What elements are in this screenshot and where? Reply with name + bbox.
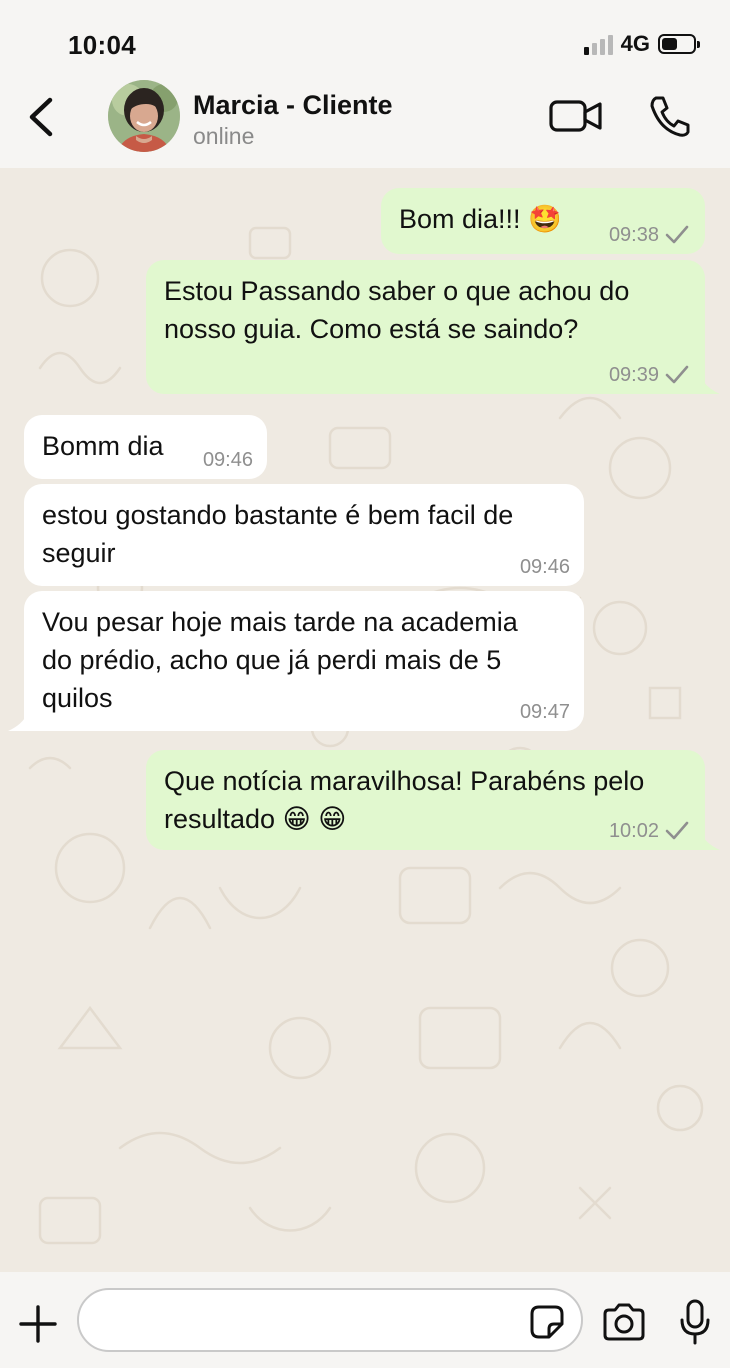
camera-button[interactable] <box>601 1302 647 1342</box>
message-time: 10:02 <box>608 820 659 842</box>
message-time: 09:46 <box>202 449 253 471</box>
check-icon <box>665 821 689 840</box>
video-call-button[interactable] <box>548 96 604 136</box>
chat-header: Marcia - Cliente online <box>0 78 730 168</box>
message-meta: 09:38 <box>609 224 689 246</box>
message-bubble-incoming[interactable]: Bomm dia 09:46 <box>24 415 267 479</box>
chat-area[interactable]: Bom dia!!! 🤩 09:38 Estou Passando saber … <box>0 168 730 1272</box>
status-indicators: 4G <box>583 31 700 57</box>
message-text-field[interactable] <box>99 1300 523 1342</box>
battery-icon <box>658 34 700 54</box>
message-time: 09:39 <box>608 364 659 386</box>
check-icon <box>665 225 689 244</box>
bubble-tail <box>8 713 28 731</box>
message-bubble-outgoing[interactable]: Bom dia!!! 🤩 09:38 <box>381 188 705 254</box>
bubble-tail <box>700 832 720 850</box>
sticker-button[interactable] <box>529 1304 565 1340</box>
back-arrow-icon <box>29 97 53 137</box>
network-type: 4G <box>620 31 650 56</box>
message-text: estou gostando bastante é bem facil de s… <box>42 500 514 568</box>
bubble-tail <box>700 376 720 394</box>
message-text: Estou Passando saber o que achou do noss… <box>164 276 630 344</box>
message-bubble-outgoing[interactable]: Que notícia maravilhosa! Parabéns pelo r… <box>146 750 705 850</box>
status-bar: 10:04 4G <box>0 0 730 78</box>
message-time: 09:38 <box>608 224 659 246</box>
message-time: 09:47 <box>519 701 570 723</box>
message-bubble-incoming[interactable]: estou gostando bastante é bem facil de s… <box>24 484 584 586</box>
contact-status: online <box>193 123 255 149</box>
camera-icon <box>603 1303 645 1341</box>
message-bubble-outgoing[interactable]: Estou Passando saber o que achou do noss… <box>146 260 705 394</box>
message-input[interactable] <box>77 1288 583 1352</box>
contact-name[interactable]: Marcia - Cliente <box>193 90 393 121</box>
status-time: 10:04 <box>68 30 136 60</box>
message-meta: 10:02 <box>609 820 689 842</box>
video-call-icon <box>549 100 602 132</box>
message-meta: 09:47 <box>520 701 570 723</box>
avatar-photo <box>108 80 180 152</box>
message-text: Vou pesar hoje mais tarde na academia do… <box>42 607 518 713</box>
check-icon <box>665 365 689 384</box>
microphone-button[interactable] <box>678 1298 712 1346</box>
back-button[interactable] <box>22 92 62 142</box>
phone-icon <box>650 96 690 137</box>
message-bubble-incoming[interactable]: Vou pesar hoje mais tarde na academia do… <box>24 591 584 731</box>
message-time: 09:46 <box>519 556 570 578</box>
voice-call-button[interactable] <box>646 92 694 140</box>
plus-icon <box>19 1305 57 1343</box>
message-meta: 09:39 <box>609 364 689 386</box>
microphone-icon <box>680 1299 710 1345</box>
message-meta: 09:46 <box>203 449 253 471</box>
message-meta: 09:46 <box>520 556 570 578</box>
message-input-bar <box>0 1272 730 1368</box>
avatar[interactable] <box>108 80 180 152</box>
attach-button[interactable] <box>18 1304 58 1344</box>
signal-icon <box>583 33 613 55</box>
sticker-icon <box>530 1305 564 1339</box>
